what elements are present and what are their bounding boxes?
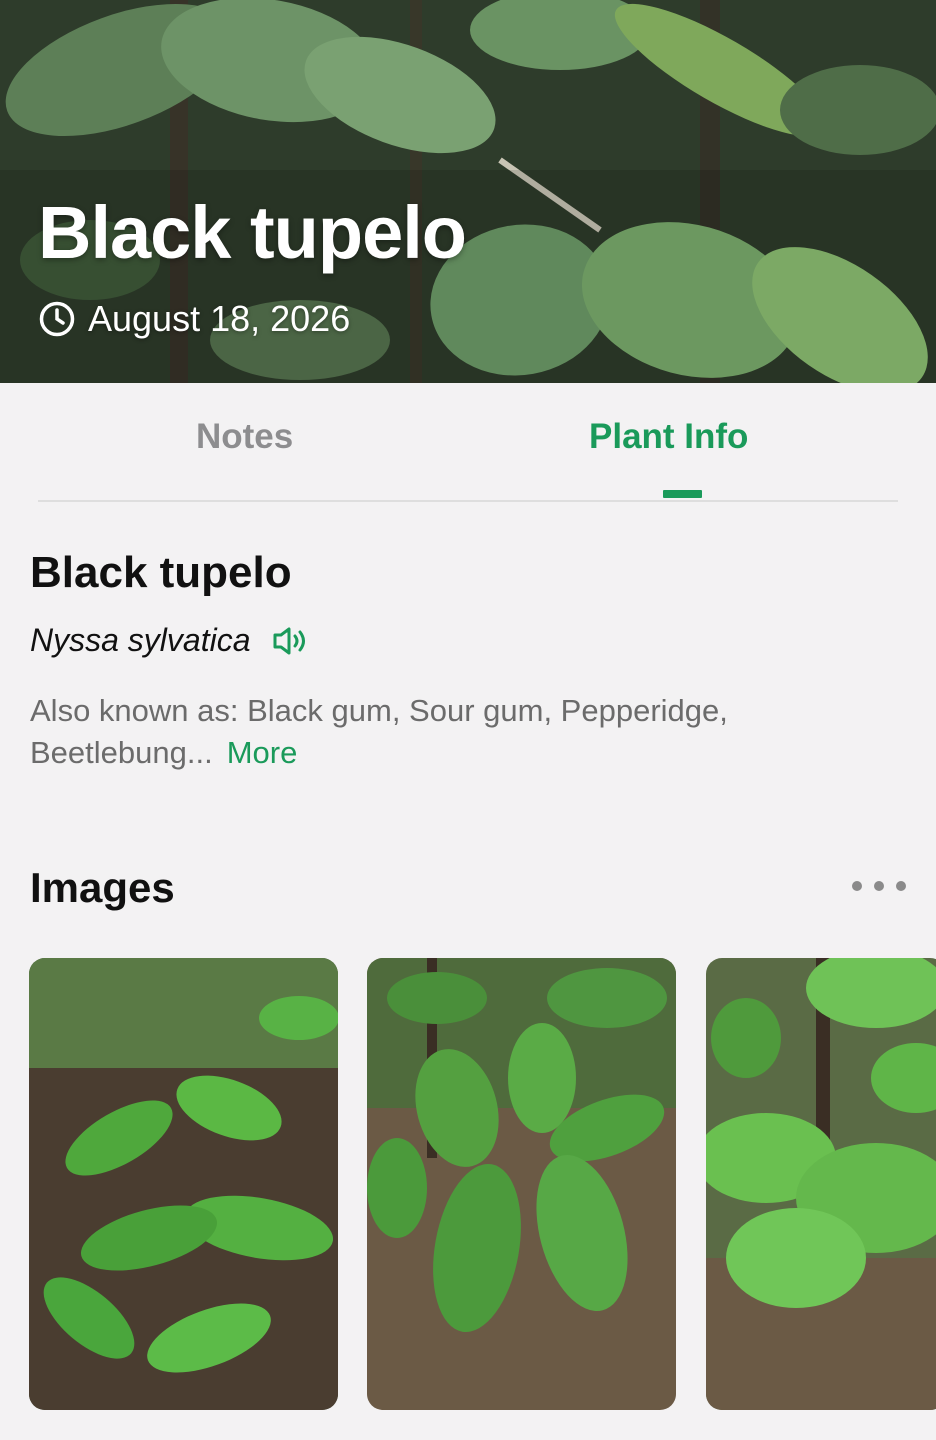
- scientific-name-row: Nyssa sylvatica: [30, 622, 311, 659]
- image-thumbnail-2[interactable]: [367, 958, 676, 1410]
- tab-plant-info[interactable]: Plant Info: [589, 417, 748, 457]
- dot: [896, 881, 906, 891]
- also-known-as: Also known as: Black gum, Sour gum, Pepp…: [30, 690, 910, 774]
- date-text: August 18, 2026: [88, 298, 351, 339]
- speaker-icon[interactable]: [271, 624, 311, 658]
- tab-divider: [38, 500, 898, 502]
- plant-detail-screen: Black tupelo August 18, 2026 Notes Plant…: [0, 0, 936, 1440]
- active-tab-indicator: [663, 490, 702, 498]
- more-link[interactable]: More: [227, 735, 298, 770]
- hero-title: Black tupelo: [38, 191, 467, 274]
- clock-icon: [39, 301, 75, 337]
- more-options-icon[interactable]: [852, 876, 906, 896]
- image-thumbnail-1[interactable]: [29, 958, 338, 1410]
- plant-common-name: Black tupelo: [30, 548, 292, 597]
- hero-photo: Black tupelo August 18, 2026: [0, 0, 936, 383]
- dot: [852, 881, 862, 891]
- images-section-title: Images: [30, 864, 175, 911]
- observation-date: August 18, 2026: [38, 298, 350, 340]
- aka-text: Also known as: Black gum, Sour gum, Pepp…: [30, 693, 728, 770]
- tab-notes[interactable]: Notes: [196, 417, 293, 457]
- scientific-name: Nyssa sylvatica: [30, 622, 251, 658]
- image-thumbnail-3[interactable]: [706, 958, 936, 1410]
- leaf-photo-3-icon: [706, 958, 936, 1410]
- leaf-photo-2-icon: [367, 958, 676, 1410]
- tab-bar: Notes Plant Info: [0, 383, 936, 503]
- dot: [874, 881, 884, 891]
- leaf-photo-1-icon: [29, 958, 338, 1410]
